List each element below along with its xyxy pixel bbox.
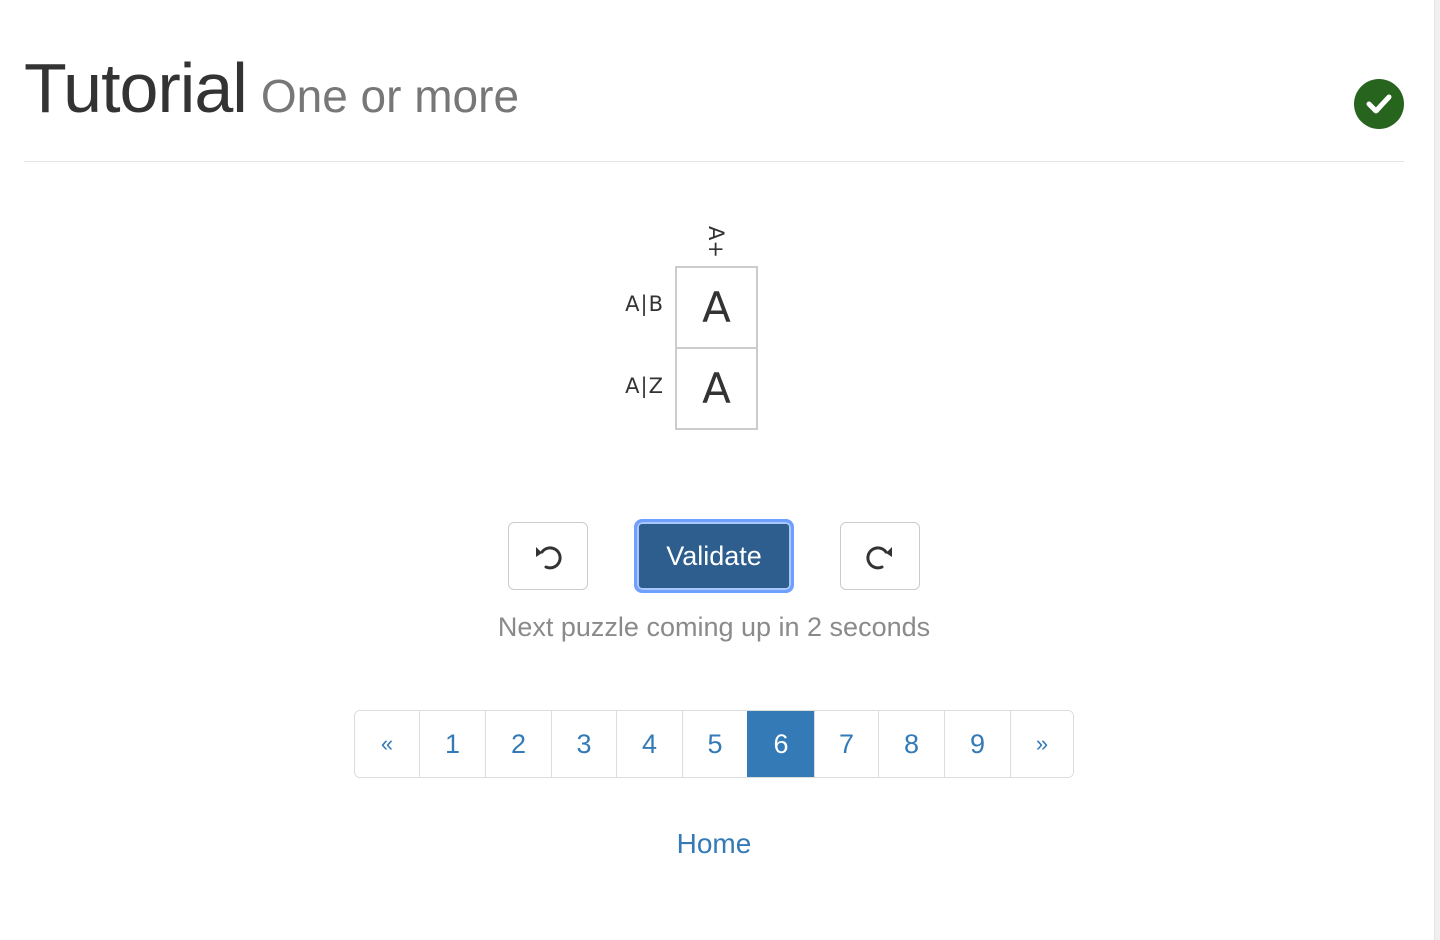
undo-icon	[536, 546, 562, 570]
status-message: Next puzzle coming up in 2 seconds	[497, 612, 931, 642]
page-link-7[interactable]: 7	[814, 711, 878, 777]
pagination-next[interactable]: »	[1010, 711, 1073, 777]
column-header-label: A+	[704, 226, 728, 258]
page-link-9[interactable]: 9	[944, 711, 1010, 777]
window-edge	[1434, 0, 1440, 940]
page-link-4[interactable]: 4	[616, 711, 682, 777]
check-circle-icon	[1354, 79, 1404, 129]
validate-button[interactable]: Validate	[634, 519, 794, 593]
column-header: A+	[676, 224, 756, 260]
page-link-6-active[interactable]: 6	[747, 711, 814, 777]
row-label: A|B	[625, 292, 664, 316]
puzzle-cell[interactable]: A	[675, 347, 758, 430]
page-header: Tutorial One or more	[24, 40, 1404, 162]
page-link-5[interactable]: 5	[682, 711, 747, 777]
puzzle-cell[interactable]: A	[675, 266, 758, 349]
page-link-8[interactable]: 8	[878, 711, 944, 777]
pagination-prev[interactable]: «	[355, 711, 419, 777]
page-link-1[interactable]: 1	[419, 711, 485, 777]
page-link-2[interactable]: 2	[485, 711, 551, 777]
redo-button[interactable]	[840, 522, 920, 590]
undo-button[interactable]	[508, 522, 588, 590]
redo-icon	[866, 546, 892, 570]
page-subtitle: One or more	[260, 70, 520, 122]
home-link[interactable]: Home	[0, 828, 1428, 860]
row-label: A|Z	[625, 374, 664, 398]
pagination: « 1 2 3 4 5 6 7 8 9 »	[354, 710, 1074, 778]
page-title: Tutorial One or more	[24, 48, 519, 136]
page-link-3[interactable]: 3	[551, 711, 616, 777]
title-text: Tutorial	[24, 49, 248, 127]
